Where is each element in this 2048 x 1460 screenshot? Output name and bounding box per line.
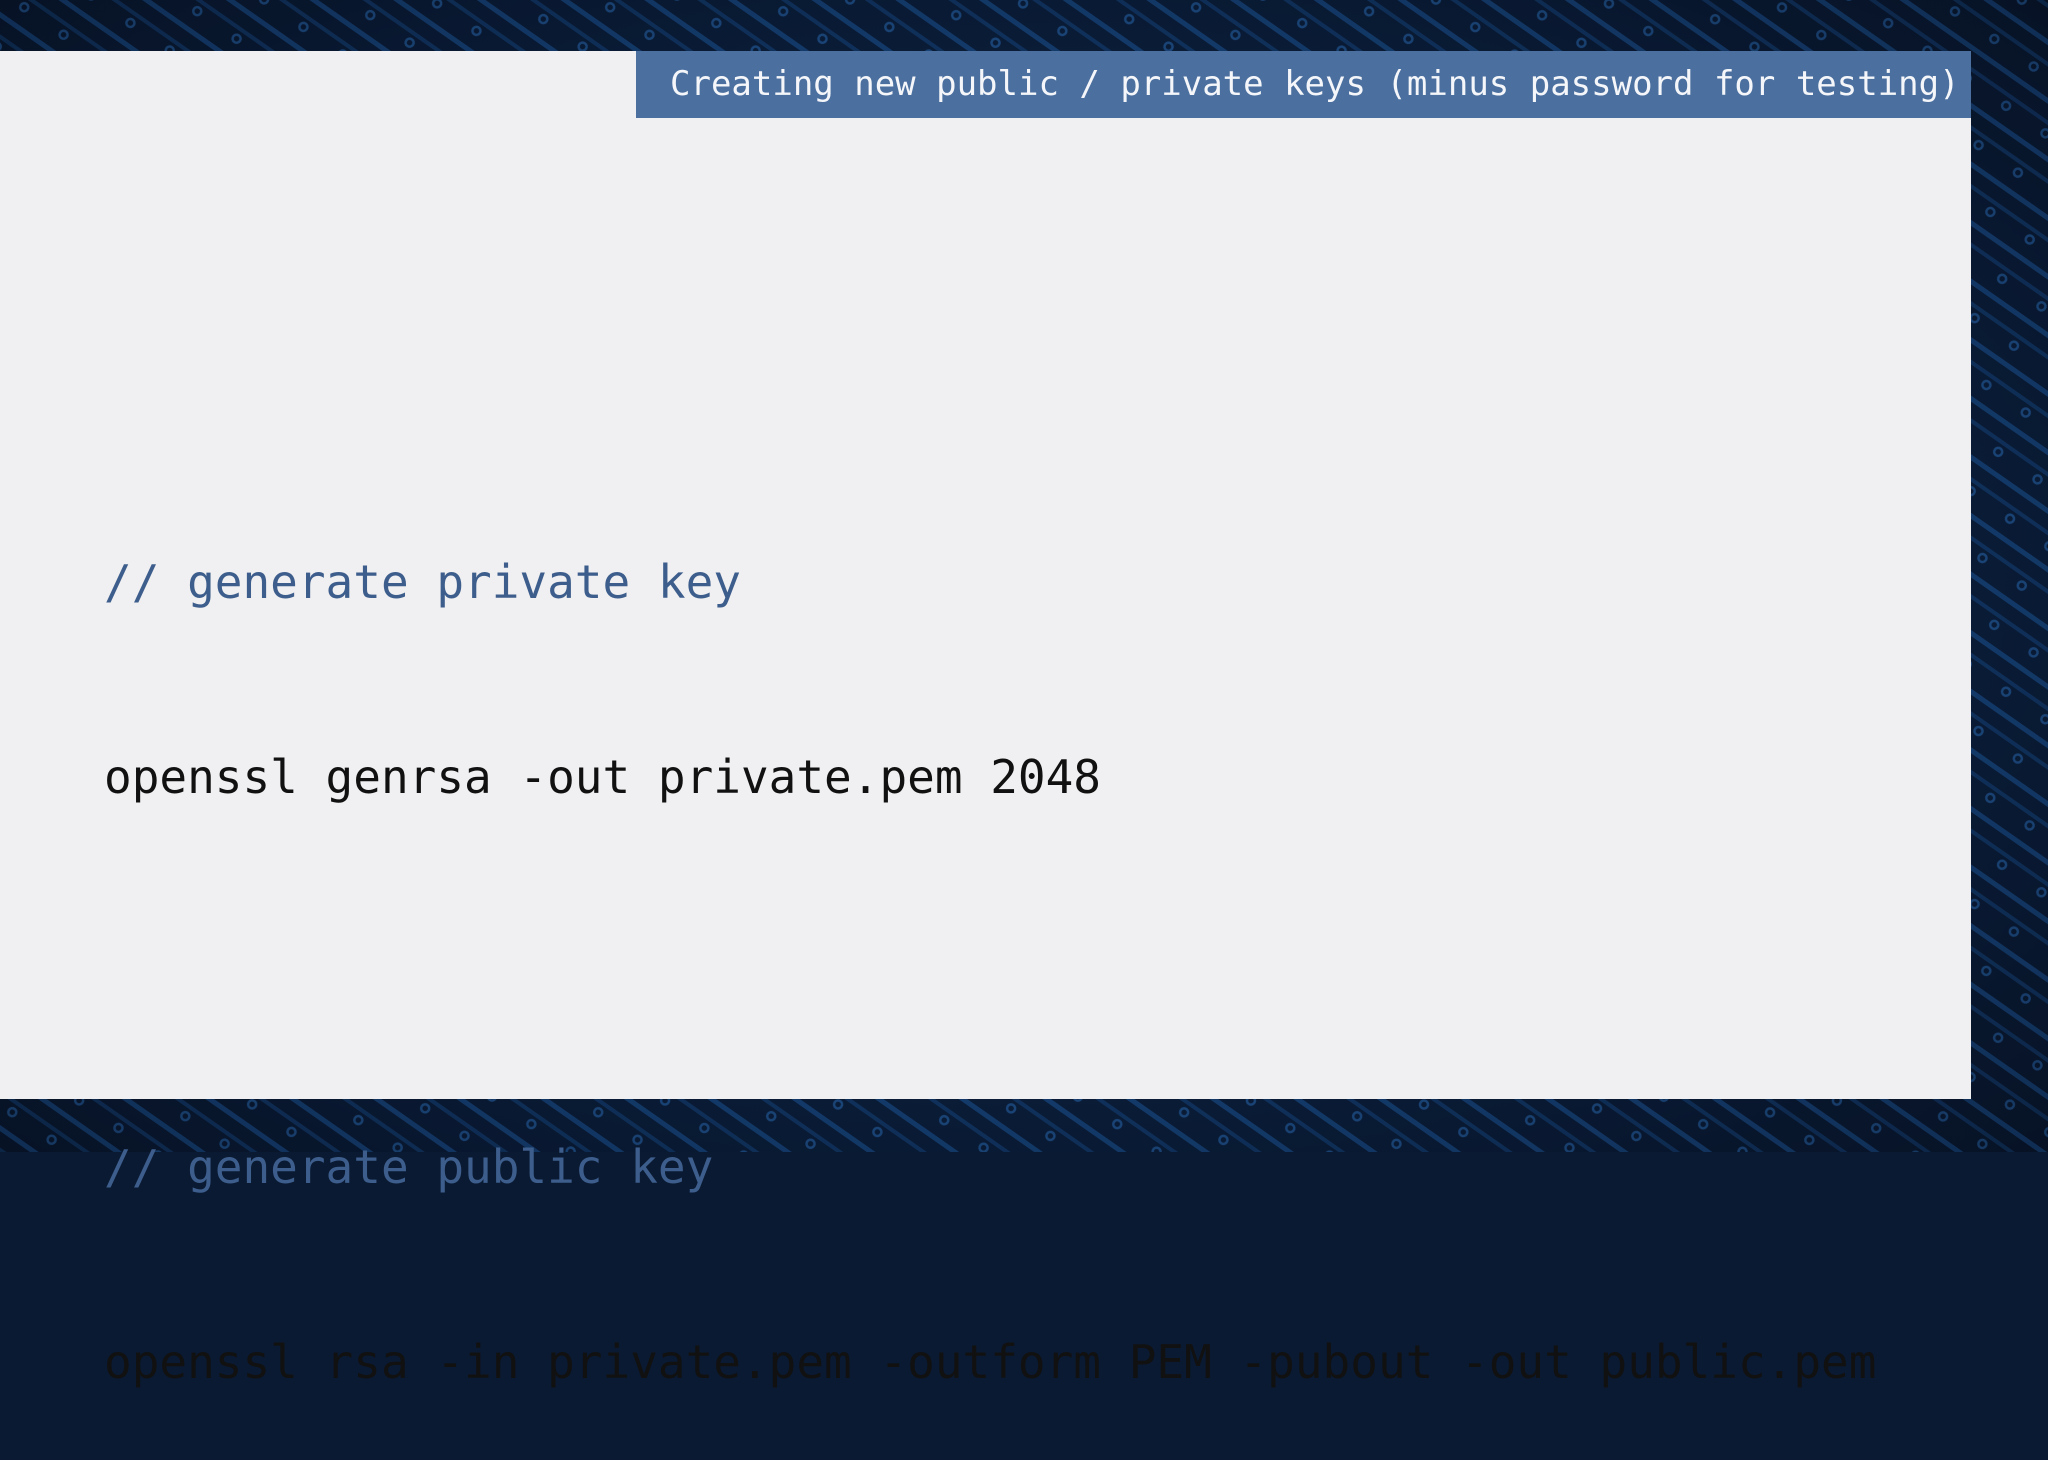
code-command-genrsa: openssl genrsa -out private.pem 2048 [104, 750, 1101, 804]
code-command-rsa-pubout: openssl rsa -in private.pem -outform PEM… [104, 1335, 1877, 1389]
code-spacer [104, 940, 1876, 1005]
code-comment-private-key: // generate private key [104, 555, 741, 609]
code-comment-public-key: // generate public key [104, 1140, 714, 1194]
slide-title: Creating new public / private keys (minu… [636, 51, 1971, 118]
code-listing: // generate private key openssl genrsa -… [104, 420, 1876, 1460]
